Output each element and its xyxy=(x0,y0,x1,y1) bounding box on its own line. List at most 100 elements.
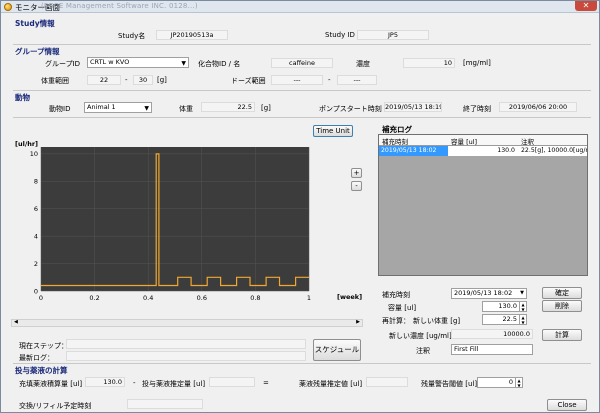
warn-threshold-label: 残量警告閾値 [ul] xyxy=(421,380,478,388)
chevron-down-icon: ▼ xyxy=(181,60,186,67)
dose-range-max: --- xyxy=(337,75,377,85)
weight-range-sep: - xyxy=(125,76,128,84)
divider xyxy=(13,44,591,45)
calculate-button[interactable]: 計算 xyxy=(542,329,582,341)
x-tick-label: 0.2 xyxy=(89,294,99,302)
divider xyxy=(13,90,591,91)
refill-time-text: 2019/05/13 18:02 xyxy=(454,289,513,297)
x-tick-label: 1 xyxy=(307,294,311,302)
refill-volume-input[interactable]: 130.0 ▲ ▼ xyxy=(482,301,527,312)
divider xyxy=(13,363,591,364)
minus-sign: - xyxy=(133,379,136,387)
group-id-select[interactable]: CRTL w KVO ▼ xyxy=(87,57,189,68)
animal-id-select[interactable]: Animal 1 ▼ xyxy=(84,102,152,113)
dosed-estimate-label: 投与薬液推定量 [ul] xyxy=(142,380,206,388)
dose-calc-title: 投与薬液の計算 xyxy=(15,366,68,375)
study-id-label: Study ID xyxy=(325,31,355,39)
recalc-label: 再計算： xyxy=(382,317,410,325)
end-time-value: 2019/06/06 20:00 xyxy=(499,102,577,112)
chart-horizontal-scrollbar[interactable]: ◀ ▶ xyxy=(11,319,363,327)
pump-start-value: 2019/05/13 18:19 xyxy=(384,102,442,112)
animal-id-label: 動物ID xyxy=(49,105,71,113)
col-volume: 容量 [ul] xyxy=(451,138,478,146)
note-input[interactable]: First Fill xyxy=(451,344,533,355)
volume-stepper[interactable]: ▲ ▼ xyxy=(519,302,526,311)
warn-threshold-text: 0 xyxy=(508,378,513,386)
row-note: 22.5[g], 10000.0[ug/m... xyxy=(521,147,587,154)
animal-section-title: 動物 xyxy=(15,93,30,102)
plot-area xyxy=(41,147,309,291)
x-tick-label: 0 xyxy=(39,294,43,302)
monitor-window: モニター画面 (FGCE Management Software INC. 01… xyxy=(0,0,600,413)
new-weight-input[interactable]: 22.5 ▲ ▼ xyxy=(482,314,527,325)
remaining-estimate-label: 薬液残量推定値 [ul] xyxy=(299,380,363,388)
close-button[interactable]: Close xyxy=(547,399,587,411)
y-axis-label: [ul/hr] xyxy=(15,140,38,148)
new-weight-text: 22.5 xyxy=(502,315,517,323)
chevron-down-icon: ▼ xyxy=(520,290,524,296)
dosed-estimate-value xyxy=(209,377,255,387)
animal-weight-label: 体重 xyxy=(179,105,193,113)
new-weight-label: 新しい体重 [g] xyxy=(413,317,461,325)
window-close-button[interactable]: ✕ xyxy=(575,1,597,11)
scroll-right-icon: ▶ xyxy=(356,319,360,325)
row-volume: 130.0 xyxy=(497,147,515,154)
study-section-title: Study情報 xyxy=(15,19,55,28)
confirm-button[interactable]: 確定 xyxy=(542,287,582,299)
end-time-label: 終了時刻 xyxy=(463,105,491,113)
row-time: 2019/05/13 18:02 xyxy=(379,146,448,156)
table-row[interactable]: 2019/05/13 18:02 130.0 22.5[g], 10000.0[… xyxy=(379,146,587,156)
concentration-label: 濃度 xyxy=(356,60,370,68)
infusion-rate-chart: [ul/hr] [week] 0 2 4 6 8 10 0 0.2 0.4 0.6 0.8 1 xyxy=(15,140,362,302)
concentration-unit: [mg/ml] xyxy=(463,59,491,67)
threshold-stepper[interactable]: ▲ ▼ xyxy=(515,378,522,387)
x-tick-label: 0.4 xyxy=(143,294,153,302)
y-tick-label: 8 xyxy=(34,178,38,186)
app-icon xyxy=(4,3,12,11)
dose-range-min: --- xyxy=(271,75,323,85)
remaining-estimate-value xyxy=(366,377,408,387)
y-tick-label: 2 xyxy=(34,260,38,268)
dose-range-label: ドーズ範囲 xyxy=(231,77,266,85)
new-conc-label: 新しい濃度 [ug/ml] xyxy=(389,332,452,340)
animal-weight-unit: [g] xyxy=(261,104,271,112)
warn-threshold-input[interactable]: 0 ▲ ▼ xyxy=(477,377,523,388)
weight-range-unit: [g] xyxy=(157,76,167,84)
pump-start-label: ポンプスタート時刻 xyxy=(319,105,382,113)
dose-range-sep: - xyxy=(328,76,331,84)
schedule-button[interactable]: スケジュール xyxy=(313,339,361,361)
equals-sign: = xyxy=(263,379,269,387)
group-id-selected: CRTL w KVO xyxy=(90,58,130,66)
x-axis-label: [week] xyxy=(337,293,362,301)
animal-id-selected: Animal 1 xyxy=(87,103,116,111)
refill-schedule-label: 交換/リフィル予定時刻 xyxy=(19,402,92,410)
y-tick-label: 10 xyxy=(30,150,38,158)
y-tick-label: 0 xyxy=(34,287,38,295)
weight-range-label: 体重範囲 xyxy=(41,77,69,85)
delete-button[interactable]: 削除 xyxy=(542,300,582,312)
refill-volume-text: 130.0 xyxy=(498,302,517,310)
group-section-title: グループ情報 xyxy=(15,47,60,56)
refill-log-header: 補充時刻 容量 [ul] 注釈 xyxy=(379,135,587,146)
weight-stepper[interactable]: ▲ ▼ xyxy=(519,315,526,324)
current-step-value xyxy=(66,339,306,349)
window-subtitle: (FGCE Management Software INC. 0128...) xyxy=(41,2,198,10)
compound-label: 化合物ID / 名 xyxy=(198,60,241,68)
time-unit-button[interactable]: Time Unit xyxy=(313,125,353,137)
animal-weight-value: 22.5 xyxy=(201,102,255,112)
title-bar: モニター画面 (FGCE Management Software INC. 01… xyxy=(1,1,599,13)
weight-range-min: 22 xyxy=(87,75,121,85)
filled-total-value: 130.0 xyxy=(85,377,125,387)
compound-value: caffeine xyxy=(271,58,333,68)
new-conc-value: 10000.0 xyxy=(451,329,533,339)
refill-time-label: 補充時刻 xyxy=(382,291,410,299)
latest-log-label: 最新ログ： xyxy=(19,354,54,362)
col-note: 注釈 xyxy=(521,138,534,146)
note-label: 注釈 xyxy=(416,347,430,355)
weight-range-max: 30 xyxy=(133,75,153,85)
refill-time-input[interactable]: 2019/05/13 18:02 ▼ xyxy=(451,288,527,299)
scroll-left-icon: ◀ xyxy=(14,319,18,325)
study-name-label: Study名 xyxy=(118,32,146,40)
x-tick-label: 0.8 xyxy=(250,294,260,302)
refill-log-grid[interactable]: 補充時刻 容量 [ul] 注釈 2019/05/13 18:02 130.0 2… xyxy=(378,134,588,276)
